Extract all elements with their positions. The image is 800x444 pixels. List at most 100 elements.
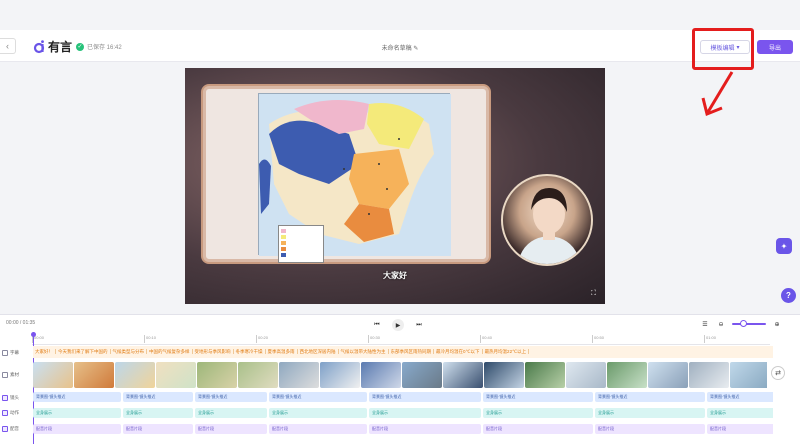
subtitle-caption: 大家好 <box>383 271 407 280</box>
logo: 有言 <box>33 38 72 55</box>
track-clip[interactable]: 背景图·镜头推近 <box>707 392 773 402</box>
material-thumbnail[interactable] <box>525 362 565 388</box>
track-clip[interactable]: 配音片段 <box>269 424 367 434</box>
track-clip[interactable]: 全身展示 <box>33 408 121 418</box>
track-clip[interactable]: 配音片段 <box>483 424 593 434</box>
zoom-in-icon[interactable]: ⊕ <box>772 319 782 329</box>
subtitle-segment[interactable]: 最热月均温22℃以上 <box>482 349 530 354</box>
track-clip[interactable]: 全身展示 <box>123 408 193 418</box>
pencil-icon[interactable]: ✎ <box>413 46 418 52</box>
ruler-tick: 00:30 <box>368 335 380 343</box>
ruler-tick: 00:40 <box>480 335 492 343</box>
playback-controls: 00:00 / 01:35 ⏮ ▶ ⏭ ☰ ⊖ ⊕ <box>0 315 800 333</box>
material-thumbnail[interactable] <box>33 362 73 388</box>
material-thumbnail[interactable] <box>607 362 647 388</box>
camera-track-icon <box>2 395 8 401</box>
material-thumbnail[interactable] <box>689 362 729 388</box>
track-clip[interactable]: 配音片段 <box>123 424 193 434</box>
subtitle-track-icon <box>2 350 8 356</box>
subtitle-segment[interactable]: 大家好！ <box>33 349 56 354</box>
track-clip[interactable]: 全身展示 <box>369 408 481 418</box>
time-readout: 00:00 / 01:35 <box>6 320 36 326</box>
subtitle-segment[interactable]: 中国的气候复杂多样 <box>147 349 193 354</box>
material-thumbnail[interactable] <box>566 362 606 388</box>
track-clip[interactable]: 背景图·镜头推近 <box>595 392 705 402</box>
track-clip[interactable]: 背景图·镜头推近 <box>483 392 593 402</box>
action-track[interactable]: 全身展示 全身展示 全身展示 全身展示 全身展示 全身展示 全身展示 全身展示 <box>33 408 773 418</box>
expand-icon[interactable]: ⛶ <box>591 290 599 298</box>
export-button[interactable]: 导出 <box>757 40 793 54</box>
track-clip[interactable]: 全身展示 <box>195 408 267 418</box>
annotation-arrow-icon <box>701 71 734 117</box>
subtitle-track[interactable]: 大家好！ 今天我们来了解下中国的 气候类型与分布 中国的气候复杂多样 受地形与季风影响冬… <box>33 346 773 358</box>
top-toolbar: ‹ 有言 ✓ 已保存 16:42 未命名草稿 ✎ 模板编辑 ▾ <box>0 30 800 62</box>
material-thumbnail[interactable] <box>402 362 442 388</box>
track-clip[interactable]: 配音片段 <box>195 424 267 434</box>
subtitle-segment[interactable]: 气候类型与分布 <box>110 349 147 354</box>
track-clip[interactable]: 背景图·镜头推近 <box>33 392 121 402</box>
zoom-slider[interactable] <box>732 320 766 327</box>
voice-track[interactable]: 配音片段 配音片段 配音片段 配音片段 配音片段 配音片段 配音片段 配音片段 <box>33 424 773 434</box>
subtitle-segment[interactable]: 最冷月均温在0℃以下 <box>434 349 483 354</box>
track-label-action: 动作 <box>2 410 19 416</box>
material-thumbnail[interactable] <box>238 362 278 388</box>
zoom-out-icon[interactable]: ⊖ <box>716 319 726 329</box>
track-clip[interactable]: 背景图·镜头推近 <box>123 392 193 402</box>
material-thumbnail[interactable] <box>443 362 483 388</box>
track-clip[interactable]: 配音片段 <box>707 424 773 434</box>
track-label-voice: 配音 <box>2 426 19 432</box>
track-clip[interactable]: 配音片段 <box>369 424 481 434</box>
material-thumbnail[interactable] <box>156 362 196 388</box>
action-track-icon <box>2 410 8 416</box>
material-thumbnail[interactable] <box>74 362 114 388</box>
material-thumbnail[interactable] <box>197 362 237 388</box>
presenter-avatar <box>501 174 593 266</box>
track-clip[interactable]: 全身展示 <box>595 408 705 418</box>
logo-mark-icon <box>33 39 45 53</box>
time-ruler[interactable]: 00:00 00:10 00:20 00:30 00:40 00:50 01:00 <box>32 335 770 345</box>
track-clip[interactable]: 全身展示 <box>707 408 773 418</box>
material-thumbnail[interactable] <box>279 362 319 388</box>
list-icon[interactable]: ☰ <box>700 319 710 329</box>
image-track-icon <box>2 372 8 378</box>
zoom-slider-knob[interactable] <box>740 320 747 327</box>
subtitle-segment[interactable]: 东部季风区雨热同期 <box>388 349 434 354</box>
help-icon[interactable]: ? <box>781 288 796 303</box>
track-clip[interactable]: 背景图·镜头推近 <box>195 392 267 402</box>
track-clip[interactable]: 配音片段 <box>595 424 705 434</box>
video-preview[interactable]: 大家好 ⛶ <box>185 68 605 304</box>
track-label-subtitle: 字幕 <box>2 350 19 356</box>
material-thumbnail[interactable] <box>484 362 524 388</box>
next-icon[interactable]: ⏭ <box>414 320 424 330</box>
material-track[interactable] <box>33 362 767 388</box>
subtitle-segment[interactable]: 今天我们来了解下中国的 <box>56 349 111 354</box>
material-thumbnail[interactable] <box>730 362 767 388</box>
play-icon[interactable]: ▶ <box>392 319 404 331</box>
camera-track[interactable]: 背景图·镜头推近 背景图·镜头推近 背景图·镜头推近 背景图·镜头推近 背景图·镜头推近… <box>33 392 773 402</box>
previous-icon[interactable]: ⏮ <box>372 320 382 330</box>
material-thumbnail[interactable] <box>361 362 401 388</box>
subtitle-segment[interactable]: 受地形与季风影响 <box>192 349 234 354</box>
ruler-tick: 00:10 <box>144 335 156 343</box>
track-clip[interactable]: 配音片段 <box>33 424 121 434</box>
track-label-material: 素材 <box>2 372 19 378</box>
document-title-text[interactable]: 未命名草稿 <box>382 46 412 52</box>
subtitle-segment[interactable]: 西北地区深居内陆 <box>297 349 339 354</box>
slide-frame <box>203 86 489 263</box>
back-button[interactable]: ‹ <box>0 38 16 54</box>
material-thumbnail[interactable] <box>115 362 155 388</box>
chevron-left-icon: ‹ <box>6 41 9 51</box>
subtitle-segment[interactable]: 夏季高温多雨 <box>265 349 298 354</box>
subtitle-segment[interactable]: 气候以温带大陆性为主 <box>338 349 389 354</box>
track-clip[interactable]: 背景图·镜头推近 <box>269 392 367 402</box>
track-clip[interactable]: 背景图·镜头推近 <box>369 392 481 402</box>
swap-icon[interactable]: ⇄ <box>771 366 785 380</box>
play-group: ⏮ ▶ ⏭ <box>372 319 424 331</box>
material-thumbnail[interactable] <box>320 362 360 388</box>
subtitle-segment[interactable]: 冬季寒冷干燥 <box>233 349 266 354</box>
ruler-tick: 00:20 <box>256 335 268 343</box>
ai-assistant-icon[interactable]: ✦ <box>776 238 792 254</box>
material-thumbnail[interactable] <box>648 362 688 388</box>
track-clip[interactable]: 全身展示 <box>483 408 593 418</box>
track-clip[interactable]: 全身展示 <box>269 408 367 418</box>
